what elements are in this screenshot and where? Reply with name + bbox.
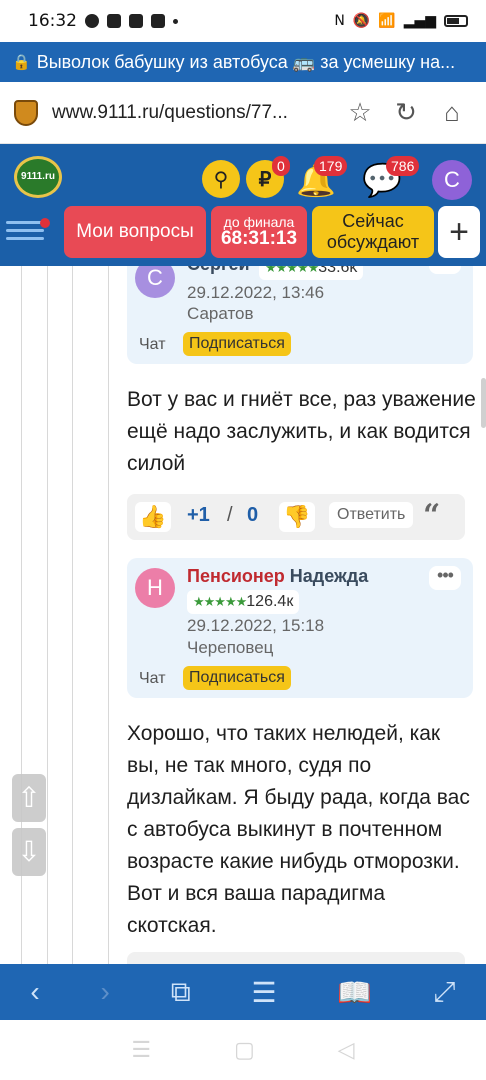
author-role: Пенсионер	[187, 566, 285, 586]
subscribe-button[interactable]: Подписаться	[183, 666, 291, 690]
comment-text: Вот у вас и гниёт все, раз уважение ещё …	[127, 388, 476, 475]
reply-button[interactable]: Ответить	[329, 502, 414, 528]
video-notification-icon	[129, 14, 143, 28]
search-button[interactable]: ⚲	[202, 160, 240, 198]
chat-link[interactable]: Чат	[139, 670, 166, 688]
comment-text: Хорошо, что таких нелюдей, как вы, не та…	[127, 722, 470, 937]
countdown-label: до финала	[223, 213, 295, 230]
mail-notification-icon	[151, 14, 165, 28]
thumbs-up-icon: 👍	[139, 504, 167, 529]
fullscreen-icon[interactable]: ⤢	[433, 976, 455, 1009]
mute-icon: 🔕	[352, 13, 371, 29]
system-nav-bar: ☰ ▢ ◁	[0, 1020, 486, 1080]
comment-author-card: Н Пенсионер Надежда ••• ★★★★★126.4к 29.1…	[127, 558, 473, 698]
user-avatar[interactable]: С	[432, 160, 472, 200]
notifications-badge: 179	[314, 156, 348, 176]
home-button-icon[interactable]: ▢	[234, 1037, 255, 1063]
dislikes-count: 0	[247, 504, 259, 526]
search-icon: ⚲	[213, 168, 229, 191]
rating-stars-icon: ★★★★★	[193, 594, 247, 609]
site-header: 9111.ru ⚲ ₽ 0 🔔 179 💬 786 С Мои вопросы …	[0, 144, 486, 266]
back-icon[interactable]: ‹	[30, 976, 39, 1008]
avatar[interactable]: Н	[135, 568, 175, 608]
more-options-button[interactable]: •••	[429, 266, 461, 274]
like-button[interactable]: 👍	[135, 502, 171, 532]
my-questions-button[interactable]: Мои вопросы	[64, 206, 206, 258]
app-notification-icon	[107, 14, 121, 28]
scrollbar[interactable]	[481, 378, 486, 428]
thread-line	[108, 266, 109, 964]
url-field[interactable]: www.9111.ru/questions/77...	[52, 102, 334, 124]
menu-button[interactable]	[6, 216, 44, 246]
home-icon[interactable]: ⌂	[432, 97, 472, 128]
comment-date: 29.12.2022, 15:18	[187, 616, 325, 635]
vote-bar: 👍 +1 / 0 👎 Ответить “	[127, 494, 465, 540]
page-title: Выволок бабушку из автобуса 🚌 за усмешку…	[36, 51, 456, 72]
forward-icon[interactable]: ›	[101, 976, 110, 1008]
balance-badge: 0	[272, 156, 290, 176]
reload-icon[interactable]: ↻	[386, 97, 426, 128]
thumbs-down-icon: 👎	[283, 504, 311, 529]
vote-bar	[127, 952, 465, 964]
countdown-button[interactable]: до финала 68:31:13	[211, 206, 307, 258]
menu-icon[interactable]: ☰	[252, 976, 277, 1009]
scroll-down-button[interactable]: ⇩	[12, 828, 46, 876]
site-favicon-icon	[14, 99, 38, 126]
tabs-icon[interactable]: ⧉	[171, 976, 191, 1009]
wifi-icon: 📶	[378, 13, 396, 29]
thread-line	[72, 266, 73, 964]
subscribe-button[interactable]: Подписаться	[183, 332, 291, 356]
author-city: Саратов	[187, 304, 254, 323]
chat-notification-icon	[85, 14, 99, 28]
countdown-time: 68:31:13	[220, 228, 298, 250]
reader-mode-icon[interactable]: 📖	[337, 976, 372, 1009]
signal-icon: ▂▄▆	[403, 13, 436, 29]
comments-area: С Сергей ★★★★★33.6k ••• 29.12.2022, 13:4…	[0, 266, 486, 964]
rating-value: 126.4к	[246, 593, 294, 610]
more-notifications-icon	[173, 18, 178, 24]
page-title-strip: 🔒 Выволок бабушку из автобуса 🚌 за усмеш…	[0, 42, 486, 82]
avatar[interactable]: С	[135, 266, 175, 298]
thread-line	[47, 266, 48, 964]
nfc-icon: N	[334, 13, 345, 29]
battery-icon	[444, 15, 468, 27]
ruble-icon: ₽	[258, 168, 272, 191]
likes-count: +1	[187, 504, 210, 526]
menu-alert-dot	[40, 218, 50, 228]
scroll-up-button[interactable]: ⇧	[12, 774, 46, 822]
dislike-button[interactable]: 👎	[279, 502, 315, 532]
discussing-now-button[interactable]: Сейчас обсуждают	[312, 206, 434, 258]
author-name[interactable]: Сергей	[187, 266, 250, 275]
more-options-button[interactable]: •••	[429, 566, 461, 590]
quote-icon[interactable]: “	[423, 498, 440, 533]
status-bar: 16:32 N 🔕 📶 ▂▄▆	[0, 0, 486, 42]
hamburger-icon	[6, 221, 44, 224]
system-back-icon[interactable]: ◁	[338, 1037, 355, 1063]
recent-apps-icon[interactable]: ☰	[131, 1037, 151, 1063]
browser-toolbar: ‹ › ⧉ ☰ 📖 ⤢	[0, 964, 486, 1020]
votes-separator: /	[227, 504, 233, 526]
author-name[interactable]: Пенсионер Надежда	[187, 566, 368, 587]
author-username: Надежда	[289, 566, 369, 586]
lock-icon: 🔒	[12, 54, 31, 71]
rating-value: 33.6k	[318, 266, 358, 276]
status-time: 16:32	[28, 11, 77, 31]
comment-author-card: С Сергей ★★★★★33.6k ••• 29.12.2022, 13:4…	[127, 266, 473, 364]
star-icon[interactable]: ☆	[340, 97, 380, 128]
author-rating: ★★★★★33.6k	[259, 266, 364, 280]
author-rating: ★★★★★126.4к	[187, 590, 300, 614]
comment-date: 29.12.2022, 13:46	[187, 283, 325, 302]
site-logo[interactable]: 9111.ru	[14, 156, 62, 198]
author-city: Череповец	[187, 638, 274, 657]
author-username: Сергей	[187, 266, 250, 274]
chat-link[interactable]: Чат	[139, 336, 166, 354]
url-bar: www.9111.ru/questions/77... ☆ ↻ ⌂	[0, 82, 486, 144]
messages-badge: 786	[386, 156, 420, 176]
add-question-button[interactable]: +	[438, 206, 480, 258]
rating-stars-icon: ★★★★★	[265, 266, 319, 275]
